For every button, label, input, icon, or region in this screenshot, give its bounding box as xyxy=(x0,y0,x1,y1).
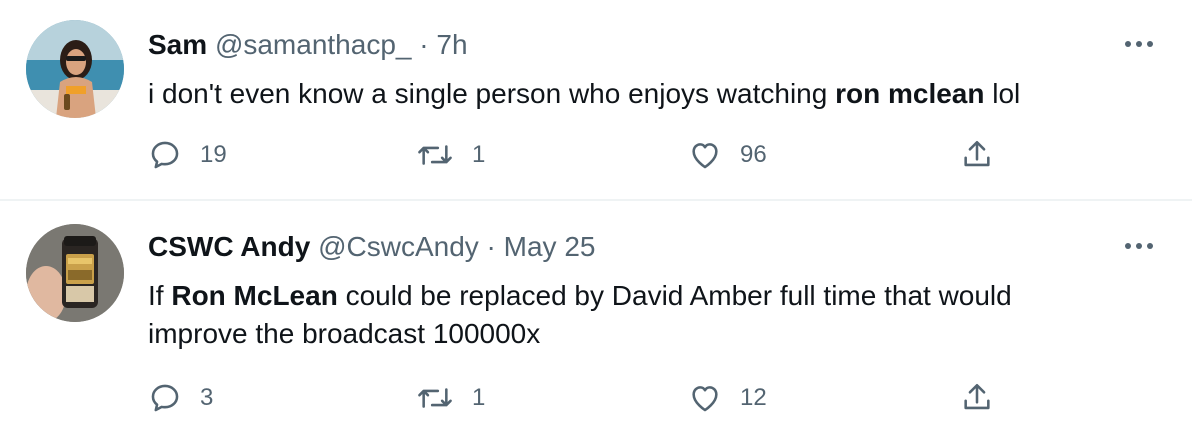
separator-dot: · xyxy=(419,29,429,60)
tweet-text-part: could be replaced by David Amber full ti… xyxy=(337,280,1012,311)
tweet-text-line: If Ron McLean could be replaced by David… xyxy=(148,277,1148,315)
heart-icon xyxy=(692,386,718,412)
retweet-icon xyxy=(418,145,452,165)
timestamp[interactable]: May 25 xyxy=(504,231,596,262)
tweet[interactable]: Sam @samanthacp_ · 7h i don't even know … xyxy=(0,0,1192,200)
share-button[interactable] xyxy=(960,378,994,418)
reply-count: 19 xyxy=(200,141,227,168)
share-upload-icon xyxy=(964,383,990,410)
tweet-actions: 19 1 96 xyxy=(148,135,1018,175)
retweet-button[interactable]: 1 xyxy=(416,135,485,175)
avatar[interactable] xyxy=(26,20,124,118)
timestamp[interactable]: 7h xyxy=(436,29,467,60)
display-name[interactable]: Sam xyxy=(148,29,207,60)
display-name[interactable]: CSWC Andy xyxy=(148,231,310,262)
tweet-header: Sam @samanthacp_ · 7h xyxy=(148,28,468,62)
tweet-header: CSWC Andy @CswcAndy · May 25 xyxy=(148,230,595,264)
heart-icon xyxy=(692,143,718,169)
more-horizontal-icon[interactable] xyxy=(1122,34,1156,54)
retweet-icon xyxy=(418,388,452,408)
retweet-button[interactable]: 1 xyxy=(416,378,485,418)
tweet[interactable]: CSWC Andy @CswcAndy · May 25 If Ron McLe… xyxy=(0,200,1192,438)
highlighted-term: Ron McLean xyxy=(171,280,338,311)
like-button[interactable]: 96 xyxy=(688,135,767,175)
tweet-text-line: improve the broadcast 100000x xyxy=(148,318,541,349)
reply-bubble-icon xyxy=(151,141,179,169)
like-button[interactable]: 12 xyxy=(688,378,767,418)
username[interactable]: @CswcAndy xyxy=(318,231,479,262)
more-horizontal-icon[interactable] xyxy=(1122,236,1156,256)
retweet-count: 1 xyxy=(472,141,486,168)
highlighted-term: ron mclean xyxy=(835,78,985,109)
username[interactable]: @samanthacp_ xyxy=(215,29,412,60)
tweet-actions: 3 1 12 xyxy=(148,378,1018,418)
reply-count: 3 xyxy=(200,384,214,411)
separator-dot: · xyxy=(486,231,496,262)
tweet-text-part: If xyxy=(148,280,172,311)
share-button[interactable] xyxy=(960,135,994,175)
reply-button[interactable]: 19 xyxy=(148,135,227,175)
avatar[interactable] xyxy=(26,224,124,322)
reply-button[interactable]: 3 xyxy=(148,378,213,418)
tweet-text: If Ron McLean could be replaced by David… xyxy=(148,277,1148,353)
share-upload-icon xyxy=(964,140,990,167)
reply-bubble-icon xyxy=(151,384,179,412)
tweet-text-part: lol xyxy=(984,78,1021,109)
tweet-text-part: i don't even know a single person who en… xyxy=(148,78,836,109)
retweet-count: 1 xyxy=(472,384,486,411)
like-count: 96 xyxy=(740,141,767,168)
tweet-text: i don't even know a single person who en… xyxy=(148,75,1148,113)
like-count: 12 xyxy=(740,384,767,411)
